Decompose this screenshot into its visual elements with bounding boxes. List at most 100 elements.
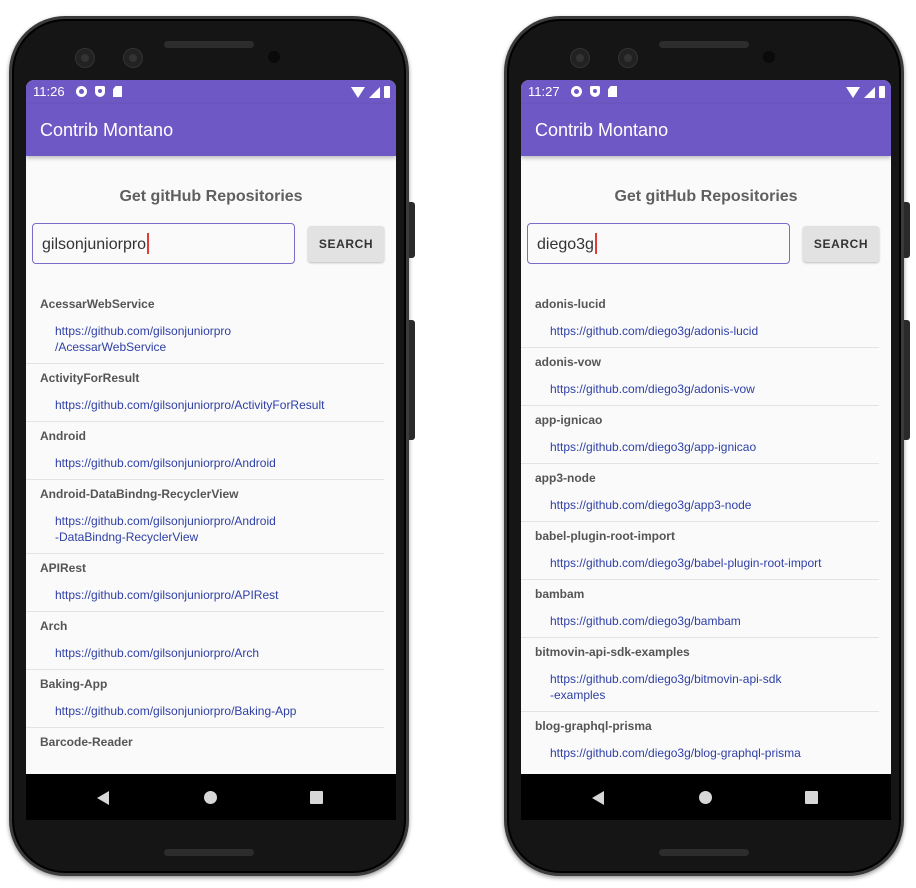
wifi-icon xyxy=(846,87,860,98)
app-bar: Contrib Montano xyxy=(521,104,891,156)
signal-icon xyxy=(369,87,380,98)
repo-url[interactable]: https://github.com/diego3g/bambam xyxy=(535,601,860,629)
battery-icon xyxy=(384,86,390,98)
signal-icon xyxy=(864,87,875,98)
phone-left: 11:26 Contrib Montano Get gitHub Reposit… xyxy=(9,16,415,876)
list-item[interactable]: app3-node https://github.com/diego3g/app… xyxy=(521,464,879,522)
list-item[interactable]: adonis-lucid https://github.com/diego3g/… xyxy=(521,290,879,348)
search-input[interactable]: gilsonjuniorpro xyxy=(32,223,295,264)
list-item[interactable]: blog-graphql-prisma https://github.com/d… xyxy=(521,712,879,769)
power-button xyxy=(904,202,910,258)
proximity-sensor xyxy=(268,51,280,63)
search-input-value: gilsonjuniorpro xyxy=(42,236,147,253)
repo-name: Barcode-Reader xyxy=(40,735,133,749)
home-icon[interactable] xyxy=(699,791,712,804)
repo-url[interactable]: https://github.com/diego3g/app3-node xyxy=(535,485,860,513)
app-title: Contrib Montano xyxy=(535,120,669,140)
repo-url[interactable]: https://github.com/gilsonjuniorpro/Bakin… xyxy=(40,691,365,719)
repo-url[interactable]: https://github.com/gilsonjuniorpro/Andro… xyxy=(40,501,365,545)
repo-url[interactable]: https://github.com/gilsonjuniorpro/Activ… xyxy=(40,385,365,413)
volume-button xyxy=(409,320,415,440)
navigation-bar xyxy=(26,774,396,820)
repo-name: blog-graphql-prisma xyxy=(535,719,652,733)
sd-card-icon xyxy=(113,86,122,97)
repo-url[interactable]: https://github.com/diego3g/babel-plugin-… xyxy=(535,543,860,571)
recents-icon[interactable] xyxy=(310,791,323,804)
screen: 11:26 Contrib Montano Get gitHub Reposit… xyxy=(26,80,396,820)
list-item[interactable]: app-ignicao https://github.com/diego3g/a… xyxy=(521,406,879,464)
repo-name: adonis-vow xyxy=(535,355,602,369)
app-title: Contrib Montano xyxy=(40,120,174,140)
list-item[interactable]: ActivityForResult https://github.com/gil… xyxy=(26,364,384,422)
repo-name: APIRest xyxy=(40,561,87,575)
sd-card-icon xyxy=(608,86,617,97)
battery-icon xyxy=(879,86,885,98)
bottom-speaker xyxy=(164,849,254,856)
volume-button xyxy=(904,320,910,440)
repo-name: app3-node xyxy=(535,471,596,485)
list-item[interactable]: Barcode-Reader xyxy=(26,728,384,757)
repo-url[interactable]: https://github.com/diego3g/blog-graphql-… xyxy=(535,733,860,761)
wifi-icon xyxy=(351,87,365,98)
page-heading: Get gitHub Repositories xyxy=(119,188,303,205)
repo-name: Android-DataBindng-RecyclerView xyxy=(40,487,239,501)
front-camera xyxy=(618,48,638,68)
list-item[interactable]: Arch https://github.com/gilsonjuniorpro/… xyxy=(26,612,384,670)
repo-url[interactable]: https://github.com/gilsonjuniorpro /Aces… xyxy=(40,311,365,355)
phone-right: 11:27 Contrib Montano Get gitHub Reposit… xyxy=(504,16,910,876)
list-item[interactable]: Android https://github.com/gilsonjuniorp… xyxy=(26,422,384,480)
page-heading: Get gitHub Repositories xyxy=(614,188,798,205)
repo-url[interactable]: https://github.com/diego3g/app-ignicao xyxy=(535,427,860,455)
repo-name: app-ignicao xyxy=(535,413,603,427)
app-bar: Contrib Montano xyxy=(26,104,396,156)
shield-icon xyxy=(95,86,105,97)
repo-url[interactable]: https://github.com/gilsonjuniorpro/Arch xyxy=(40,633,365,661)
repo-name: babel-plugin-root-import xyxy=(535,529,675,543)
earpiece-speaker xyxy=(659,41,749,48)
screen: 11:27 Contrib Montano Get gitHub Reposit… xyxy=(521,80,891,820)
bottom-speaker xyxy=(659,849,749,856)
list-item[interactable]: bambam https://github.com/diego3g/bambam xyxy=(521,580,879,638)
repo-url[interactable]: https://github.com/gilsonjuniorpro/APIRe… xyxy=(40,575,365,603)
repo-list[interactable]: AcessarWebService https://github.com/gil… xyxy=(26,290,396,757)
repo-name: ActivityForResult xyxy=(40,371,140,385)
back-icon[interactable] xyxy=(97,791,109,805)
status-time: 11:27 xyxy=(528,84,560,99)
text-caret xyxy=(147,233,150,255)
earpiece-speaker xyxy=(164,41,254,48)
search-input-value: diego3g xyxy=(537,236,594,253)
list-item[interactable]: APIRest https://github.com/gilsonjuniorp… xyxy=(26,554,384,612)
repo-name: Baking-App xyxy=(40,677,108,691)
repo-name: AcessarWebService xyxy=(40,297,155,311)
power-button xyxy=(409,202,415,258)
home-icon[interactable] xyxy=(204,791,217,804)
repo-name: bambam xyxy=(535,587,585,601)
gear-icon xyxy=(571,86,582,97)
front-camera xyxy=(75,48,95,68)
repo-url[interactable]: https://github.com/diego3g/adonis-lucid xyxy=(535,311,860,339)
search-button[interactable]: SEARCH xyxy=(308,226,384,262)
back-icon[interactable] xyxy=(592,791,604,805)
status-bar: 11:27 xyxy=(521,80,891,104)
front-camera xyxy=(123,48,143,68)
repo-name: Android xyxy=(40,429,86,443)
repo-name: adonis-lucid xyxy=(535,297,606,311)
list-item[interactable]: Baking-App https://github.com/gilsonjuni… xyxy=(26,670,384,728)
repo-url[interactable]: https://github.com/diego3g/adonis-vow xyxy=(535,369,860,397)
repo-name: bitmovin-api-sdk-examples xyxy=(535,645,690,659)
front-camera xyxy=(570,48,590,68)
search-button[interactable]: SEARCH xyxy=(803,226,879,262)
proximity-sensor xyxy=(763,51,775,63)
list-item[interactable]: babel-plugin-root-import https://github.… xyxy=(521,522,879,580)
shield-icon xyxy=(590,86,600,97)
repo-url[interactable]: https://github.com/gilsonjuniorpro/Andro… xyxy=(40,443,365,471)
status-time: 11:26 xyxy=(33,84,65,99)
repo-list[interactable]: adonis-lucid https://github.com/diego3g/… xyxy=(521,290,891,769)
list-item[interactable]: adonis-vow https://github.com/diego3g/ad… xyxy=(521,348,879,406)
list-item[interactable]: Android-DataBindng-RecyclerView https://… xyxy=(26,480,384,554)
search-input[interactable]: diego3g xyxy=(527,223,790,264)
repo-url[interactable]: https://github.com/diego3g/bitmovin-api-… xyxy=(535,659,860,703)
recents-icon[interactable] xyxy=(805,791,818,804)
list-item[interactable]: AcessarWebService https://github.com/gil… xyxy=(26,290,384,364)
list-item[interactable]: bitmovin-api-sdk-examples https://github… xyxy=(521,638,879,712)
